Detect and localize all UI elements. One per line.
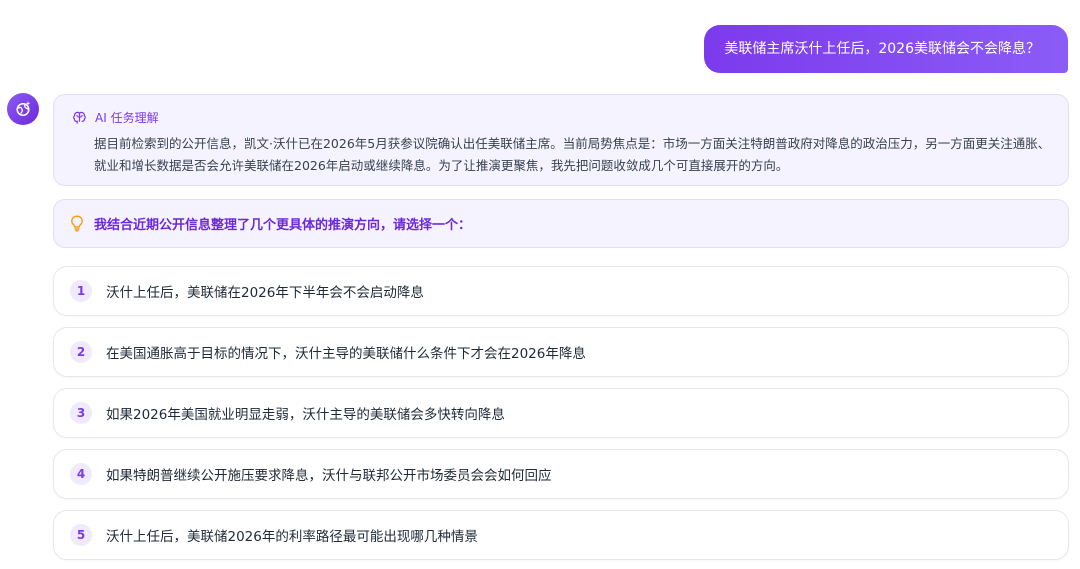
task-understanding-header: AI 任务理解 (72, 109, 159, 126)
option-3[interactable]: 3 如果2026年美国就业明显走弱，沃什主导的美联储会多快转向降息 (53, 388, 1069, 438)
option-label: 如果2026年美国就业明显走弱，沃什主导的美联储会多快转向降息 (106, 407, 505, 423)
option-number-badge: 2 (70, 341, 92, 363)
task-understanding-card: AI 任务理解 据目前检索到的公开信息，凯文·沃什已在2026年5月获参议院确认… (53, 94, 1069, 186)
user-message-bubble: 美联储主席沃什上任后，2026美联储会不会降息？ (704, 25, 1068, 73)
direction-prompt-card: 我结合近期公开信息整理了几个更具体的推演方向，请选择一个： (53, 199, 1069, 248)
option-number-badge: 3 (70, 402, 92, 424)
option-5[interactable]: 5 沃什上任后，美联储2026年的利率路径最可能出现哪几种情景 (53, 510, 1069, 560)
option-number-badge: 4 (70, 463, 92, 485)
task-understanding-title: AI 任务理解 (95, 111, 159, 125)
option-label: 沃什上任后，美联储在2026年下半年会不会启动降息 (106, 285, 424, 301)
lightbulb-icon (71, 215, 83, 232)
brain-icon (73, 111, 86, 124)
option-number-badge: 5 (70, 524, 92, 546)
option-2[interactable]: 2 在美国通胀高于目标的情况下，沃什主导的美联储什么条件下才会在2026年降息 (53, 327, 1069, 377)
option-label: 如果特朗普继续公开施压要求降息，沃什与联邦公开市场委员会会如何回应 (106, 468, 552, 484)
option-1[interactable]: 1 沃什上任后，美联储在2026年下半年会不会启动降息 (53, 266, 1069, 316)
option-number-badge: 1 (70, 280, 92, 302)
option-label: 沃什上任后，美联储2026年的利率路径最可能出现哪几种情景 (106, 529, 478, 545)
task-understanding-text: 据目前检索到的公开信息，凯文·沃什已在2026年5月获参议院确认出任美联储主席。… (94, 136, 1051, 173)
direction-prompt-text: 我结合近期公开信息整理了几个更具体的推演方向，请选择一个： (94, 218, 472, 233)
option-label: 在美国通胀高于目标的情况下，沃什主导的美联储什么条件下才会在2026年降息 (106, 346, 586, 362)
user-message-text: 美联储主席沃什上任后，2026美联储会不会降息？ (724, 41, 1040, 57)
globe-sparkle-icon (16, 101, 31, 117)
chat-page: 美联储主席沃什上任后，2026美联储会不会降息？ AI 任务理解 据目前检索到的… (0, 0, 1080, 569)
option-4[interactable]: 4 如果特朗普继续公开施压要求降息，沃什与联邦公开市场委员会会如何回应 (53, 449, 1069, 499)
assistant-avatar (7, 93, 39, 125)
